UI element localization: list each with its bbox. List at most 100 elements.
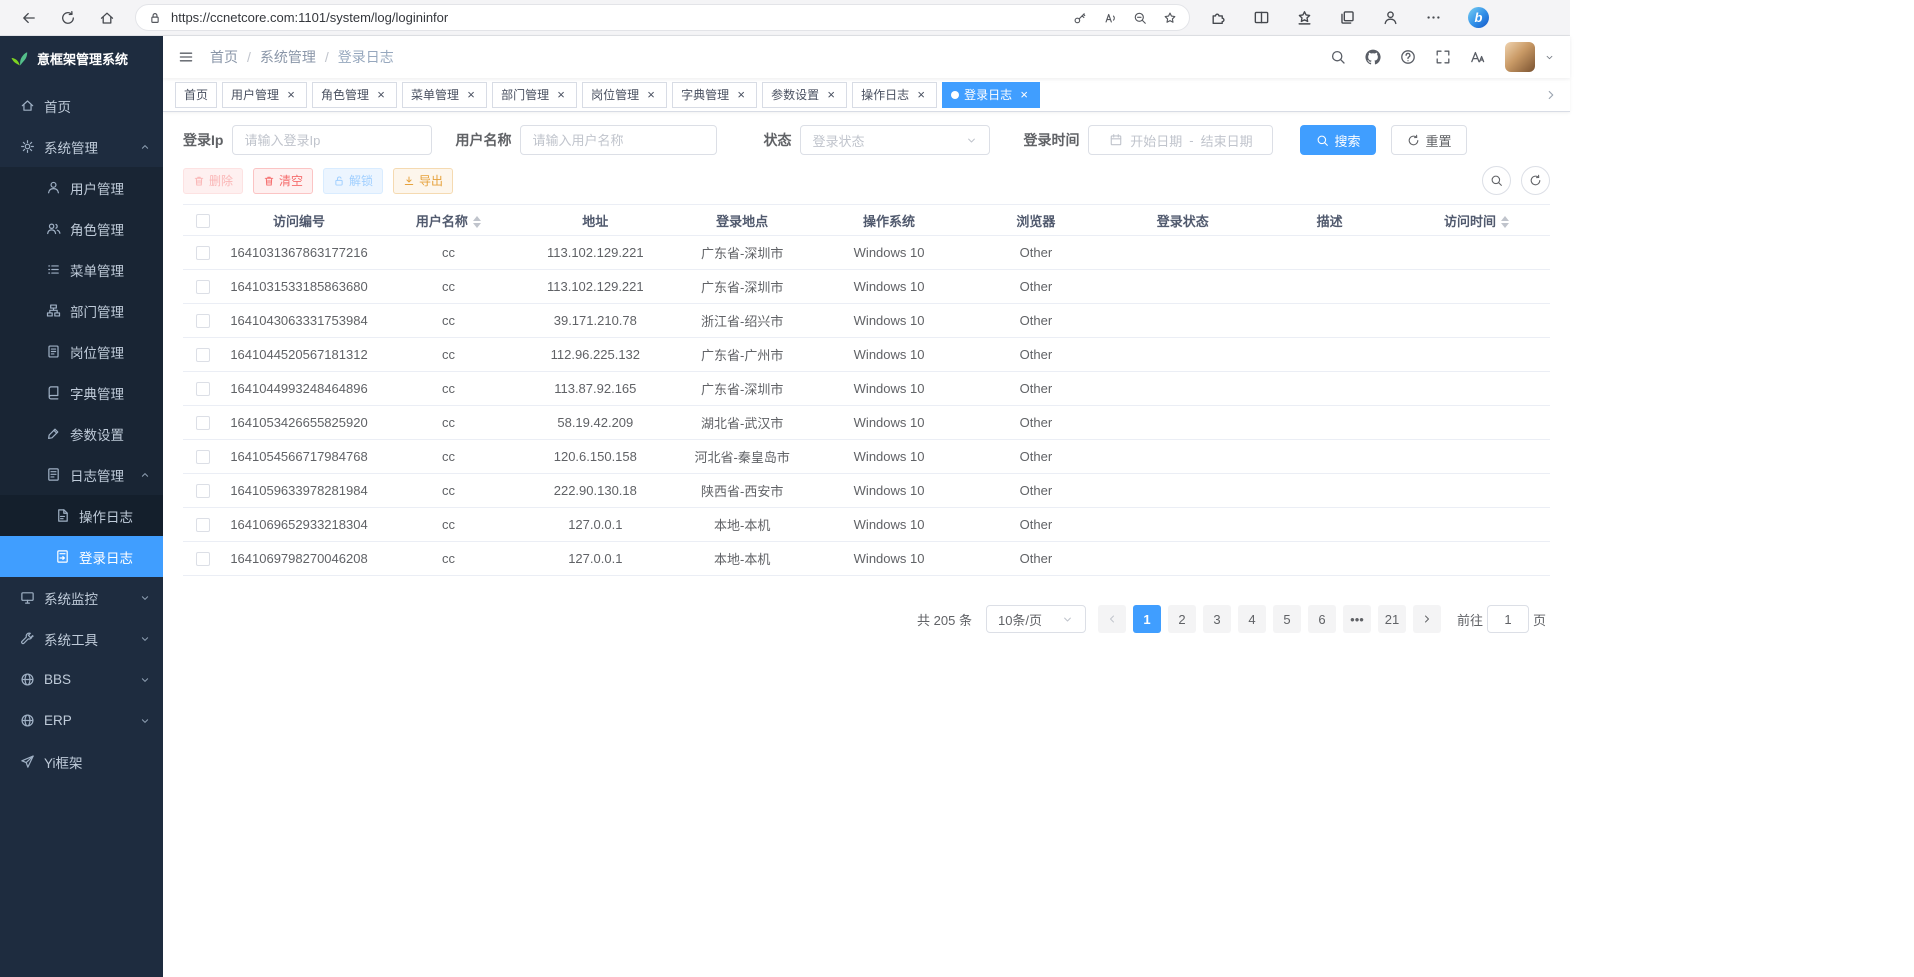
hamburger-icon[interactable] [178,49,194,65]
tab-home[interactable]: 首页 [175,82,217,108]
browser-profile-icon[interactable] [1382,9,1399,26]
tab-dict-management[interactable]: 字典管理× [672,82,757,108]
page-button-6[interactable]: 6 [1308,605,1336,633]
tab-close-icon[interactable]: × [644,88,658,102]
toggle-search-button[interactable] [1482,166,1511,195]
favorites-star-icon[interactable] [1296,9,1313,26]
tab-role-management[interactable]: 角色管理× [312,82,397,108]
export-button[interactable]: 导出 [393,168,453,194]
extensions-puzzle-icon[interactable] [1210,9,1227,26]
sort-caret-icon[interactable] [473,216,481,228]
sidebar-item-user-management[interactable]: 用户管理 [0,167,163,208]
prev-page-button[interactable] [1098,605,1126,633]
tab-param-settings[interactable]: 参数设置× [762,82,847,108]
sidebar-item-login-log[interactable]: 登录日志 [0,536,163,577]
username-filter-input[interactable] [520,125,717,155]
sidebar-item-param-settings[interactable]: 参数设置 [0,413,163,454]
date-range-picker[interactable]: 开始日期 - 结束日期 [1088,125,1273,155]
status-select[interactable]: 登录状态 [800,125,990,155]
tab-close-icon[interactable]: × [464,88,478,102]
sidebar-item-yi-framework[interactable]: Yi框架 [0,741,163,782]
sidebar-item-operation-log[interactable]: 操作日志 [0,495,163,536]
tab-close-icon[interactable]: × [734,88,748,102]
sidebar-item-dict-management[interactable]: 字典管理 [0,372,163,413]
delete-button[interactable]: 删除 [183,168,243,194]
row-checkbox[interactable] [196,246,210,260]
row-checkbox[interactable] [196,382,210,396]
tab-post-management[interactable]: 岗位管理× [582,82,667,108]
split-screen-icon[interactable] [1253,9,1270,26]
sidebar-item-system-tools[interactable]: 系统工具 [0,618,163,659]
page-button-4[interactable]: 4 [1238,605,1266,633]
select-all-checkbox[interactable] [196,214,210,228]
page-size-select[interactable]: 10条/页 [986,605,1086,633]
row-checkbox[interactable] [196,280,210,294]
page-button-5[interactable]: 5 [1273,605,1301,633]
row-checkbox[interactable] [196,314,210,328]
page-button-1[interactable]: 1 [1133,605,1161,633]
add-favorite-star-icon[interactable] [1163,11,1177,25]
browser-url-bar[interactable]: https://ccnetcore.com:1101/system/log/lo… [135,4,1190,31]
row-checkbox[interactable] [196,518,210,532]
font-size-icon[interactable] [1470,49,1486,65]
avatar[interactable] [1505,42,1535,72]
sidebar-item-bbs[interactable]: BBS [0,659,163,700]
tab-operation-log[interactable]: 操作日志× [852,82,937,108]
sidebar-item-dept-management[interactable]: 部门管理 [0,290,163,331]
next-page-button[interactable] [1413,605,1441,633]
tab-close-icon[interactable]: × [824,88,838,102]
row-checkbox[interactable] [196,450,210,464]
browser-back-button[interactable] [14,3,44,33]
sidebar-item-post-management[interactable]: 岗位管理 [0,331,163,372]
tab-user-management[interactable]: 用户管理× [222,82,307,108]
ip-filter-input[interactable] [232,125,432,155]
sidebar-item-log-management[interactable]: 日志管理 [0,454,163,495]
read-aloud-icon[interactable] [1103,11,1117,25]
row-checkbox[interactable] [196,348,210,362]
page-button-3[interactable]: 3 [1203,605,1231,633]
reset-button[interactable]: 重置 [1391,125,1467,155]
tab-close-icon[interactable]: × [1017,88,1031,102]
row-checkbox[interactable] [196,484,210,498]
row-checkbox[interactable] [196,552,210,566]
tab-menu-management[interactable]: 菜单管理× [402,82,487,108]
sidebar-item-menu-management[interactable]: 菜单管理 [0,249,163,290]
browser-home-button[interactable] [92,3,122,33]
sidebar-item-system-monitor[interactable]: 系统监控 [0,577,163,618]
tab-close-icon[interactable]: × [914,88,928,102]
page-button-2[interactable]: 2 [1168,605,1196,633]
column-header-user[interactable]: 用户名称 [375,205,522,236]
tab-login-log[interactable]: 登录日志× [942,82,1040,108]
more-pages-button[interactable]: ••• [1343,605,1371,633]
breadcrumb-item[interactable]: 首页 [210,47,238,67]
browser-menu-ellipsis-icon[interactable] [1425,9,1442,26]
collections-icon[interactable] [1339,9,1356,26]
breadcrumb-item[interactable]: 系统管理 [260,47,316,67]
tab-close-icon[interactable]: × [554,88,568,102]
sidebar-item-erp[interactable]: ERP [0,700,163,741]
help-icon[interactable] [1400,49,1416,65]
tabs-scroll-right-icon[interactable] [1544,88,1558,102]
zoom-out-icon[interactable] [1133,11,1147,25]
row-checkbox[interactable] [196,416,210,430]
column-header-time[interactable]: 访问时间 [1403,205,1550,236]
fullscreen-icon[interactable] [1435,49,1451,65]
github-icon[interactable] [1365,49,1381,65]
header-search-icon[interactable] [1330,49,1346,65]
sort-caret-icon[interactable] [1501,216,1509,228]
bing-icon[interactable]: b [1468,7,1489,28]
browser-refresh-button[interactable] [53,3,83,33]
sidebar-item-system-management[interactable]: 系统管理 [0,126,163,167]
tab-dept-management[interactable]: 部门管理× [492,82,577,108]
refresh-table-button[interactable] [1521,166,1550,195]
unlock-button[interactable]: 解锁 [323,168,383,194]
search-button[interactable]: 搜索 [1300,125,1376,155]
key-icon[interactable] [1073,11,1087,25]
sidebar-item-role-management[interactable]: 角色管理 [0,208,163,249]
tab-close-icon[interactable]: × [284,88,298,102]
page-button-21[interactable]: 21 [1378,605,1406,633]
jump-page-input[interactable] [1487,605,1529,633]
clear-button[interactable]: 清空 [253,168,313,194]
sidebar-item-home[interactable]: 首页 [0,85,163,126]
tab-close-icon[interactable]: × [374,88,388,102]
